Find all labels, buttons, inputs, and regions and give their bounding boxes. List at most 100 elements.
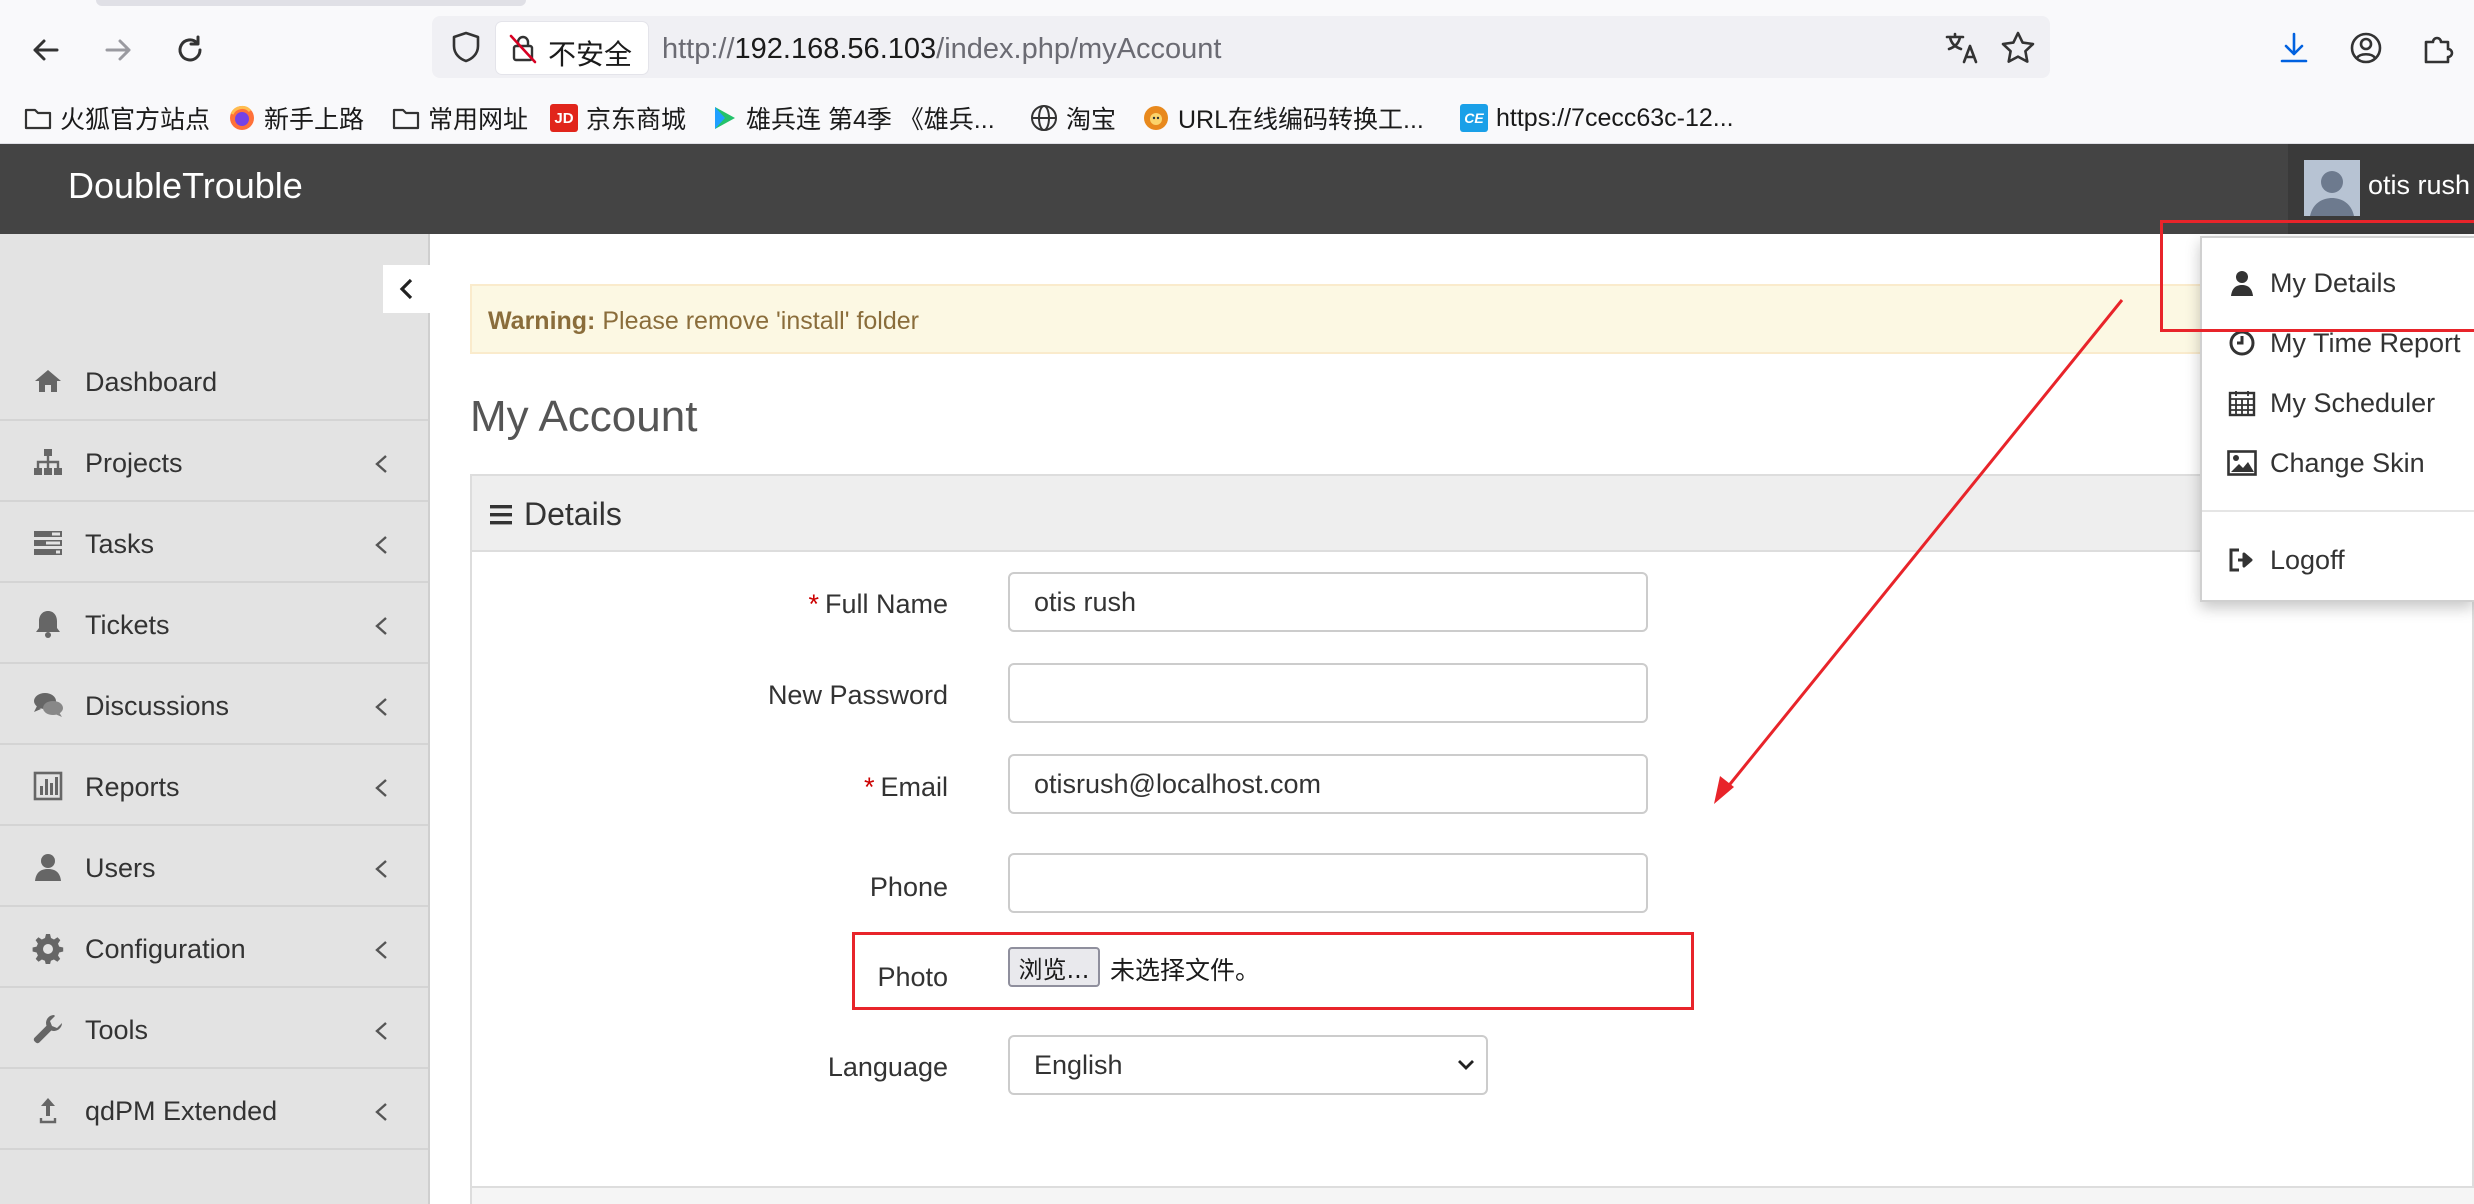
- sidebar-item-projects[interactable]: Projects: [0, 422, 428, 502]
- chevron-left-icon: [399, 278, 413, 300]
- annotation-highlight-box: [852, 932, 1694, 1010]
- bell-icon: [36, 611, 60, 638]
- menu-item-label: My Time Report: [2270, 327, 2461, 358]
- language-label: Language: [827, 1052, 948, 1082]
- phone-input[interactable]: [1008, 853, 1648, 913]
- chevron-down-icon: [1458, 1060, 1474, 1070]
- full-name-input[interactable]: [1008, 572, 1648, 632]
- sidebar-item-dashboard[interactable]: Dashboard: [0, 341, 428, 421]
- chevron-left-icon: [372, 857, 392, 881]
- bookmark-item[interactable]: 新手上路: [228, 98, 364, 138]
- full-name-label: * Full Name: [808, 589, 948, 619]
- bookmark-label: 新手上路: [264, 106, 365, 134]
- menu-item-my-scheduler[interactable]: My Scheduler: [2226, 378, 2435, 428]
- sidebar-item-label: qdPM Extended: [85, 1096, 278, 1126]
- bookmark-label: 淘宝: [1066, 106, 1117, 134]
- upload-icon: [39, 1098, 57, 1124]
- tasks-icon: [34, 531, 62, 555]
- insecure-lock-icon: [509, 34, 537, 64]
- reload-button[interactable]: [162, 22, 218, 78]
- globe-icon: [1030, 104, 1058, 132]
- warning-text: Warning: Please remove 'install' folder: [488, 307, 919, 335]
- bookmark-label: 火狐官方站点: [60, 106, 211, 134]
- sidebar-item-label: Projects: [85, 448, 183, 478]
- details-heading: Details: [524, 496, 622, 532]
- bookmark-label: 雄兵连 第4季 《雄兵...: [746, 106, 995, 134]
- email-label: * Email: [863, 772, 948, 802]
- sidebar-collapse-button[interactable]: [383, 265, 431, 313]
- bookmark-item[interactable]: 火狐官方站点: [24, 98, 210, 138]
- sidebar-item-label: Configuration: [85, 934, 246, 964]
- user-icon: [35, 854, 61, 881]
- bookmark-item[interactable]: CE https://7cecc63c-12...: [1460, 98, 1734, 138]
- bookmark-item[interactable]: 淘宝: [1030, 98, 1116, 138]
- sidebar-item-tasks[interactable]: Tasks: [0, 503, 428, 583]
- menu-divider: [2202, 510, 2474, 512]
- sidebar-item-reports[interactable]: Reports: [0, 746, 428, 826]
- app-brand[interactable]: DoubleTrouble: [68, 165, 303, 207]
- sidebar-item-label: Tools: [85, 1015, 149, 1045]
- chevron-left-icon: [372, 776, 392, 800]
- bookmark-item[interactable]: 常用网址: [392, 98, 528, 138]
- bookmark-label: 常用网址: [428, 106, 529, 134]
- sidebar-item-users[interactable]: Users: [0, 827, 428, 907]
- sign-out-icon: [2226, 544, 2258, 576]
- sidebar-item-label: Tickets: [85, 610, 170, 640]
- sidebar-item-label: Dashboard: [85, 367, 218, 397]
- bookmark-label: https://7cecc63c-12...: [1496, 103, 1734, 132]
- extensions-icon[interactable]: [2418, 28, 2458, 68]
- bookmark-item[interactable]: URL在线编码转换工...: [1142, 98, 1424, 138]
- calendar-icon: [2226, 387, 2258, 419]
- forward-button[interactable]: [90, 22, 146, 78]
- chevron-left-icon: [372, 938, 392, 962]
- new-password-label: New Password: [767, 680, 948, 710]
- back-arrow-icon: [33, 39, 59, 61]
- ce-icon: CE: [1460, 104, 1488, 132]
- email-input[interactable]: [1008, 754, 1648, 814]
- back-button[interactable]: [18, 22, 74, 78]
- bookmark-star-icon[interactable]: [1998, 28, 2038, 68]
- shield-icon[interactable]: [448, 29, 484, 65]
- account-icon[interactable]: [2346, 28, 2386, 68]
- sidebar-item-discussions[interactable]: Discussions: [0, 665, 428, 745]
- sidebar-item-tickets[interactable]: Tickets: [0, 584, 428, 664]
- chevron-left-icon: [372, 1100, 392, 1124]
- sidebar-item-qdpm-extended[interactable]: qdPM Extended: [0, 1070, 428, 1150]
- bookmark-item[interactable]: 雄兵连 第4季 《雄兵...: [710, 98, 995, 138]
- sidebar-item-label: Users: [85, 853, 156, 883]
- sidebar-item-configuration[interactable]: Configuration: [0, 908, 428, 988]
- lion-icon: [1142, 104, 1170, 132]
- video-icon: [710, 104, 738, 132]
- translate-icon[interactable]: [1942, 28, 1982, 68]
- url-text[interactable]: http://192.168.56.103/index.php/myAccoun…: [662, 33, 1221, 66]
- forward-arrow-icon: [105, 39, 131, 61]
- downloads-icon[interactable]: [2274, 28, 2314, 68]
- avatar[interactable]: [2304, 160, 2360, 216]
- sitemap-icon: [34, 449, 62, 475]
- picture-icon: [2226, 447, 2258, 479]
- folder-icon: [24, 104, 52, 132]
- chevron-left-icon: [372, 533, 392, 557]
- new-password-input[interactable]: [1008, 663, 1648, 723]
- sidebar-item-tools[interactable]: Tools: [0, 989, 428, 1069]
- reload-icon: [178, 35, 202, 62]
- menu-item-change-skin[interactable]: Change Skin: [2226, 438, 2425, 488]
- tab-strip-edge: [96, 0, 526, 6]
- menu-item-label: My Scheduler: [2270, 387, 2436, 418]
- bookmark-label: URL在线编码转换工...: [1178, 106, 1424, 134]
- annotation-highlight-box: [2160, 220, 2474, 332]
- bars-icon: [490, 505, 512, 525]
- panel-footer: [472, 1188, 2474, 1204]
- sidebar-item-label: Reports: [85, 772, 180, 802]
- chevron-left-icon: [372, 695, 392, 719]
- phone-label: Phone: [869, 872, 948, 902]
- chevron-left-icon: [372, 614, 392, 638]
- gear-icon: [32, 934, 64, 964]
- menu-item-logoff[interactable]: Logoff: [2226, 535, 2345, 585]
- user-name[interactable]: otis rush: [2368, 170, 2470, 201]
- bookmark-item[interactable]: JD 京东商城: [550, 98, 686, 138]
- firefox-icon: [228, 104, 256, 132]
- folder-icon: [392, 104, 420, 132]
- sidebar-item-label: Tasks: [85, 529, 155, 559]
- jd-icon: JD: [550, 104, 578, 132]
